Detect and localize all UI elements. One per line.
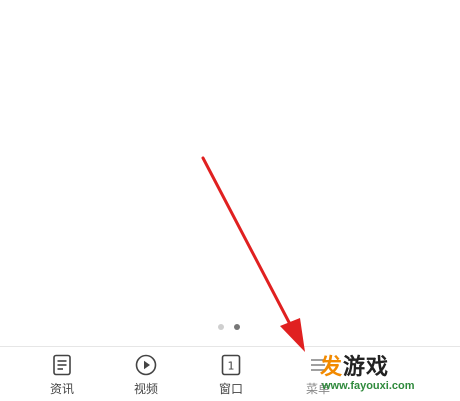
tab-news[interactable]: 资讯 bbox=[32, 353, 92, 399]
watermark-url: www.fayouxi.com bbox=[322, 380, 415, 392]
blank-page-area: 资讯 视频 1 窗口 菜单 发游戏 www.fayouxi.com bbox=[0, 0, 460, 401]
page-dot-active bbox=[234, 324, 240, 330]
tab-video[interactable]: 视频 bbox=[116, 353, 176, 399]
page-dot-inactive bbox=[218, 324, 224, 330]
watermark-title-first: 发 bbox=[320, 355, 344, 380]
red-arrow-annotation bbox=[201, 156, 305, 352]
tab-video-label: 视频 bbox=[133, 382, 158, 396]
window-count-icon: 1 bbox=[221, 354, 241, 376]
watermark-title-rest: 游戏 bbox=[343, 355, 390, 380]
watermark-title: 发游戏 bbox=[320, 356, 389, 380]
tab-window[interactable]: 1 窗口 bbox=[201, 353, 261, 399]
play-circle-icon bbox=[135, 354, 157, 376]
tab-window-label: 窗口 bbox=[218, 382, 243, 396]
tab-news-label: 资讯 bbox=[49, 382, 74, 396]
window-count-badge: 1 bbox=[228, 360, 235, 373]
watermark-logo: 发游戏 www.fayouxi.com bbox=[320, 356, 460, 400]
news-icon bbox=[53, 354, 71, 376]
